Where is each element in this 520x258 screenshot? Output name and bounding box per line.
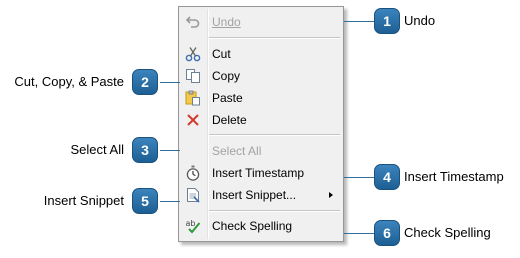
menu-item-delete[interactable]: Delete — [181, 109, 341, 131]
callout-label-undo: Undo — [404, 13, 436, 28]
menu-item-check-spelling[interactable]: ab Check Spelling — [181, 215, 341, 237]
menu-item-label: Delete — [212, 113, 247, 127]
svg-text:ab: ab — [186, 219, 196, 228]
delete-x-icon — [185, 112, 201, 128]
callout-label-cut-copy-paste: Cut, Copy, & Paste — [14, 74, 124, 89]
menu-item-label: Paste — [212, 91, 243, 105]
stopwatch-icon — [185, 165, 201, 181]
callout-line-select-all — [160, 150, 180, 151]
menu-item-insert-snippet[interactable]: Insert Snippet... — [181, 184, 341, 206]
callout-badge-1: 1 — [374, 8, 400, 34]
spell-check-icon: ab — [185, 218, 201, 234]
menu-item-label: Select All — [212, 144, 262, 158]
menu-item-label: Insert Timestamp — [212, 166, 305, 180]
menu-item-insert-timestamp[interactable]: Insert Timestamp — [181, 162, 341, 184]
menu-item-label: Cut — [212, 47, 231, 61]
callout-line-cut-copy-paste — [160, 82, 180, 83]
callout-line-insert-snippet — [160, 201, 180, 202]
callout-label-select-all: Select All — [70, 142, 124, 157]
menu-item-label: Undo — [212, 15, 241, 29]
menu-item-paste[interactable]: Paste — [181, 87, 341, 109]
callout-badge-3: 3 — [132, 137, 158, 163]
menu-item-undo[interactable]: Undo — [181, 11, 341, 33]
menu-item-label: Copy — [212, 69, 241, 83]
menu-separator — [209, 210, 340, 212]
menu-item-cut[interactable]: Cut — [181, 43, 341, 65]
callout-label-insert-timestamp: Insert Timestamp — [404, 169, 504, 184]
menu-item-label: Check Spelling — [212, 219, 293, 233]
scissors-icon — [185, 46, 201, 62]
menu-item-label: Insert Snippet... — [212, 188, 297, 202]
copy-icon — [185, 68, 201, 84]
snippet-icon — [185, 187, 201, 203]
callout-badge-5: 5 — [132, 188, 158, 214]
callout-badge-4: 4 — [374, 164, 400, 190]
callout-line-undo — [344, 21, 374, 22]
menu-item-select-all[interactable]: Select All — [181, 140, 341, 162]
undo-icon — [185, 14, 201, 30]
callout-badge-6: 6 — [374, 220, 400, 246]
submenu-arrow-icon — [329, 192, 333, 198]
paste-icon — [185, 90, 201, 106]
callout-label-check-spelling: Check Spelling — [404, 225, 491, 240]
callout-badge-2: 2 — [132, 69, 158, 95]
callout-label-insert-snippet: Insert Snippet — [43, 193, 124, 208]
menu-item-copy[interactable]: Copy — [181, 65, 341, 87]
context-menu: Undo Cut Copy Paste Delete Select All In… — [178, 6, 344, 242]
menu-separator — [209, 134, 340, 136]
menu-separator — [209, 37, 340, 39]
callout-line-insert-timestamp — [344, 177, 374, 178]
callout-line-check-spelling — [344, 233, 374, 234]
